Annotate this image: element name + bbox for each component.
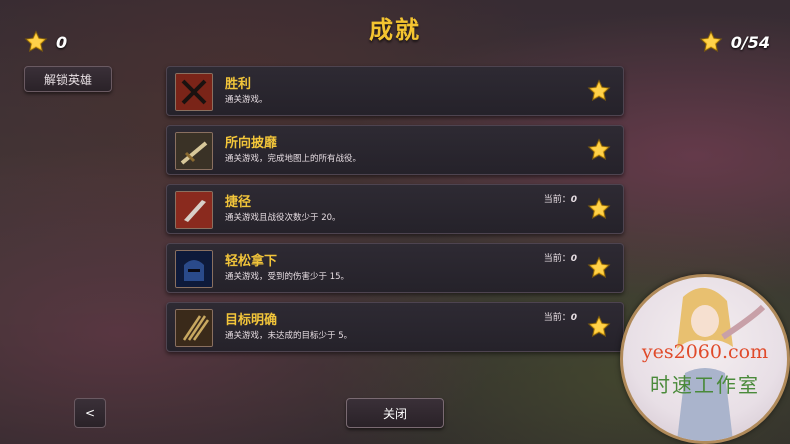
page-title: 成就 bbox=[369, 16, 421, 44]
sword-icon bbox=[175, 132, 213, 170]
crossed-swords-icon bbox=[175, 73, 213, 111]
achievement-desc: 通关游戏。 bbox=[225, 95, 268, 105]
watermark-badge: yes2060.com 时速工作室 bbox=[620, 274, 790, 444]
current-progress: 当前：0 bbox=[543, 195, 577, 205]
unlock-heroes-button[interactable]: 解锁英雄 bbox=[24, 66, 112, 92]
star-icon bbox=[587, 256, 611, 280]
arrows-icon bbox=[175, 309, 213, 347]
star-icon bbox=[24, 30, 48, 54]
achievement-title: 所向披靡 bbox=[225, 136, 278, 151]
helmet-icon bbox=[175, 250, 213, 288]
achievement-desc: 通关游戏，受到的伤害少于 15。 bbox=[225, 272, 350, 282]
achievement-row[interactable]: 轻松拿下 通关游戏，受到的伤害少于 15。 当前：0 bbox=[166, 243, 624, 293]
back-button[interactable]: < bbox=[74, 398, 106, 428]
watermark-studio: 时速工作室 bbox=[650, 373, 760, 397]
achievement-desc: 通关游戏，未达成的目标少于 5。 bbox=[225, 331, 353, 341]
star-counter: 0/54 bbox=[699, 30, 770, 54]
star-icon bbox=[587, 79, 611, 103]
close-button[interactable]: 关闭 bbox=[346, 398, 444, 428]
star-icon bbox=[587, 138, 611, 162]
current-progress: 当前：0 bbox=[543, 254, 577, 264]
blade-icon bbox=[175, 191, 213, 229]
achievement-row[interactable]: 目标明确 通关游戏，未达成的目标少于 5。 当前：0 bbox=[166, 302, 624, 352]
achievement-title: 捷径 bbox=[225, 195, 252, 210]
achievement-title: 胜利 bbox=[225, 77, 252, 92]
achievement-title: 目标明确 bbox=[225, 313, 278, 328]
achievement-list: 胜利 通关游戏。 所向披靡 通关游戏，完成地图上的所有战役。 捷径 通关游戏且战… bbox=[166, 66, 624, 361]
current-progress: 当前：0 bbox=[543, 313, 577, 323]
achievement-desc: 通关游戏，完成地图上的所有战役。 bbox=[225, 154, 362, 164]
star-icon bbox=[699, 30, 723, 54]
star-icon bbox=[587, 197, 611, 221]
watermark-url: yes2060.com bbox=[641, 341, 769, 363]
achievement-desc: 通关游戏且战役次数少于 20。 bbox=[225, 213, 341, 223]
achievement-title: 轻松拿下 bbox=[225, 254, 278, 269]
star-icon bbox=[587, 315, 611, 339]
coin-count: 0 bbox=[56, 32, 68, 52]
coin-counter: 0 bbox=[24, 30, 67, 54]
achievement-row[interactable]: 所向披靡 通关游戏，完成地图上的所有战役。 bbox=[166, 125, 624, 175]
star-count: 0/54 bbox=[730, 32, 770, 52]
achievement-row[interactable]: 捷径 通关游戏且战役次数少于 20。 当前：0 bbox=[166, 184, 624, 234]
achievement-row[interactable]: 胜利 通关游戏。 bbox=[166, 66, 624, 116]
